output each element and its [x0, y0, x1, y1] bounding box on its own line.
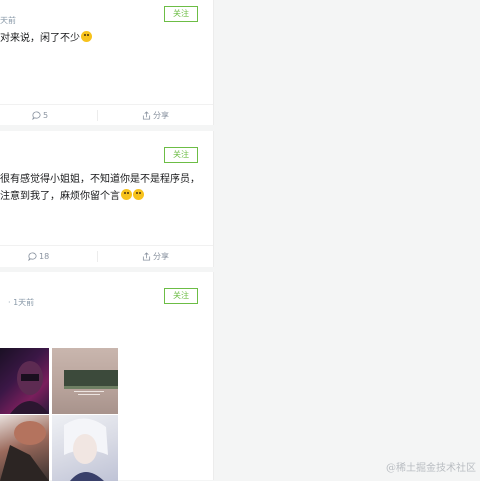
action-divider — [97, 110, 98, 121]
share-button[interactable]: 分享 — [142, 246, 169, 267]
anime-character-illustration — [64, 418, 108, 481]
action-divider — [97, 251, 98, 262]
post-card: 天前 关注 对来说，闲了不少 5 分享 — [0, 0, 214, 125]
landscape-illustration — [64, 370, 118, 395]
post-content-line: 注意到我了，麻烦你留个言 — [0, 191, 120, 202]
watermark: @稀土掘金技术社区 — [386, 463, 476, 474]
comment-button[interactable]: 5 — [32, 105, 48, 126]
post-content: 对来说，闲了不少 — [0, 30, 203, 47]
post-time: 天前 — [0, 16, 16, 25]
post-action-bar: 18 分享 — [0, 245, 213, 267]
follow-button[interactable]: 关注 — [164, 6, 198, 22]
post-image[interactable] — [52, 348, 118, 414]
comment-icon — [32, 111, 41, 120]
comment-count: 5 — [43, 111, 49, 120]
post-action-bar: 5 分享 — [0, 104, 213, 126]
share-label: 分享 — [153, 111, 169, 120]
follow-button[interactable]: 关注 — [164, 288, 198, 304]
share-label: 分享 — [153, 252, 169, 261]
comment-icon — [28, 252, 37, 261]
post-image[interactable] — [52, 415, 118, 481]
post-card: 关注 很有感觉得小姐姐，不知道你是不是程序员， 注意到我了，麻烦你留个言 18 … — [0, 131, 214, 267]
smile-emoji-icon — [81, 31, 92, 42]
post-image[interactable] — [0, 348, 49, 414]
laugh-emoji-icon — [121, 189, 132, 200]
post-content-line-with-emoji: 注意到我了，麻烦你留个言 — [0, 188, 203, 205]
post-time: · 1天前 — [8, 298, 35, 307]
laugh-emoji-icon — [133, 189, 144, 200]
post-image[interactable] — [0, 415, 49, 481]
portrait-illustration — [10, 361, 49, 414]
share-icon — [142, 252, 151, 261]
post-content: 很有感觉得小姐姐，不知道你是不是程序员， 注意到我了，麻烦你留个言 — [0, 171, 203, 205]
comment-button[interactable]: 18 — [28, 246, 49, 267]
post-content-line: 很有感觉得小姐姐，不知道你是不是程序员， — [0, 174, 200, 185]
share-icon — [142, 111, 151, 120]
share-button[interactable]: 分享 — [142, 105, 169, 126]
comment-count: 18 — [39, 252, 50, 261]
post-content-line: 对来说，闲了不少 — [0, 33, 80, 44]
character-illustration — [0, 421, 49, 481]
follow-button[interactable]: 关注 — [164, 147, 198, 163]
